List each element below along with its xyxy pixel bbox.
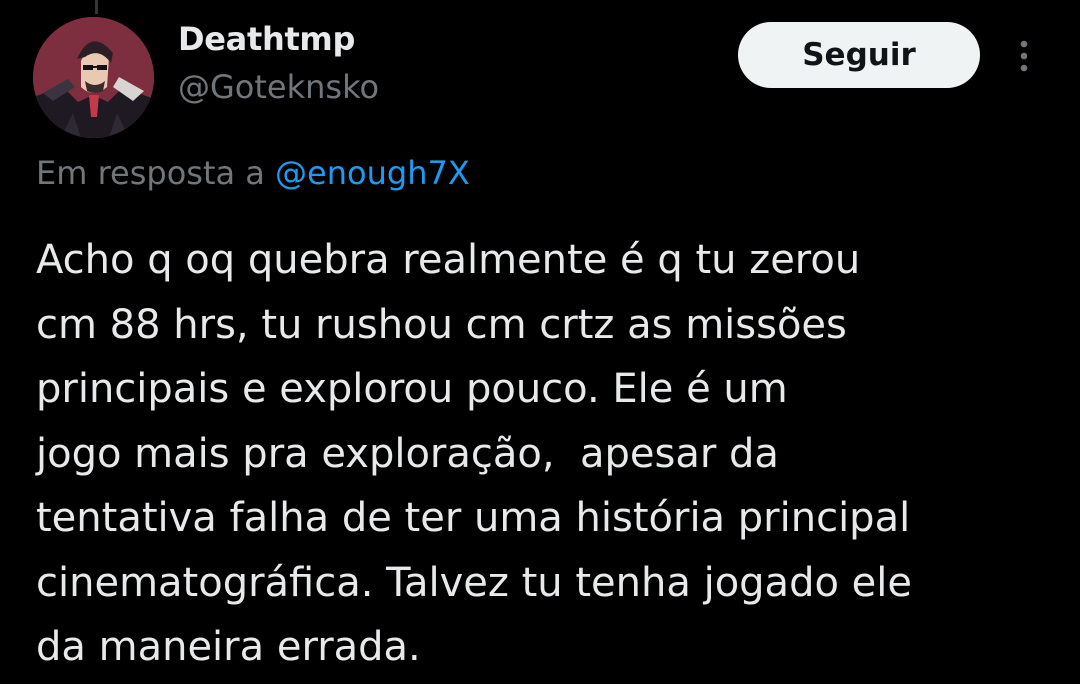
reply-prefix: Em resposta a [36,154,265,192]
avatar[interactable] [33,17,154,138]
author-handle[interactable]: @Goteknsko [178,68,379,106]
more-vertical-icon[interactable] [1006,36,1042,76]
tweet-line: principais e explorou pouco. Ele é um [36,366,788,412]
tweet-text: Acho q oq quebra realmente é q tu zerou … [36,228,1056,680]
tweet-line: tentativa falha de ter uma história prin… [36,495,911,541]
reply-context: Em resposta a @enough7X [36,154,470,192]
tweet-line: cinematográfica. Talvez tu tenha jogado … [36,559,912,606]
tweet-line: jogo mais pra exploração, apesar da [36,430,779,477]
author-display-name[interactable]: Deathtmp [178,20,355,58]
reply-mention-link[interactable]: @enough7X [275,154,470,192]
tweet-line: da maneira errada. [36,624,421,670]
tweet-line: cm 88 hrs, tu rushou cm crtz as missões [36,301,847,348]
tweet-line: Acho q oq quebra realmente é q tu zerou [36,237,861,283]
follow-button[interactable]: Seguir [738,22,980,88]
thread-connector-line [95,0,98,14]
illustrated-avatar-icon [33,17,154,138]
